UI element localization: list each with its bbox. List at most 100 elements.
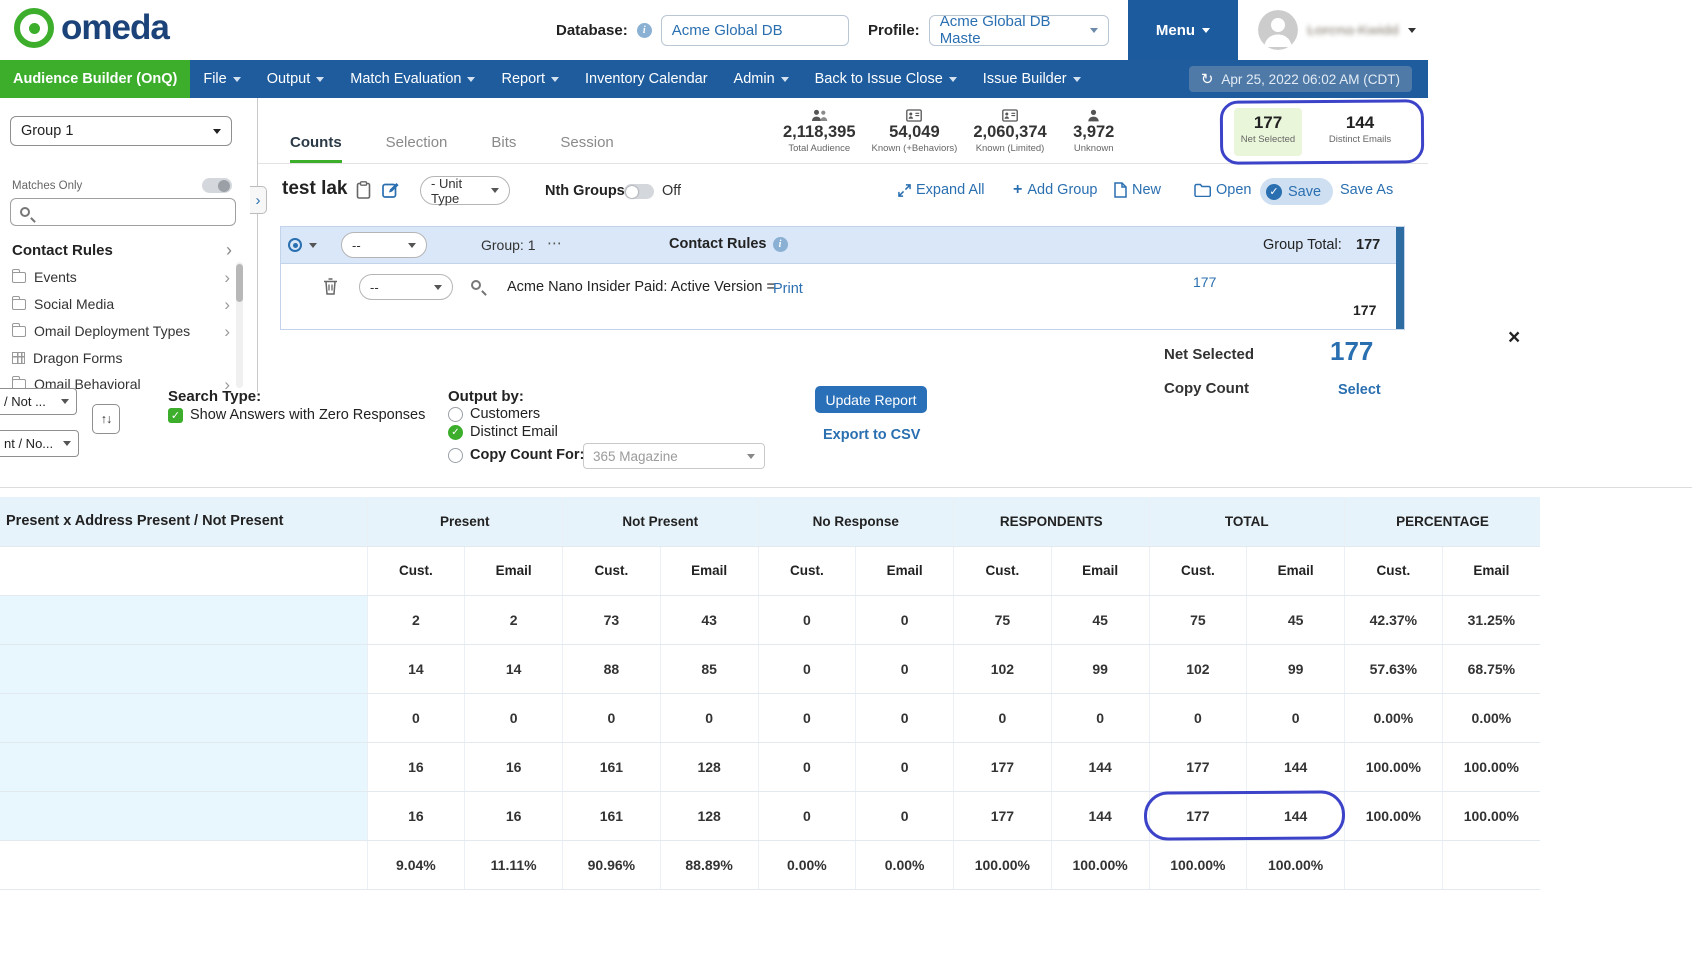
omeda-logo[interactable]: omeda <box>14 8 169 48</box>
export-csv-link[interactable]: Export to CSV <box>823 427 920 443</box>
nav-item-issue-builder[interactable]: Issue Builder <box>970 60 1094 98</box>
nav-item-admin[interactable]: Admin <box>721 60 802 98</box>
search-input[interactable] <box>10 198 236 226</box>
group-panel: -- Group: 1 ⋯ Contact Rules i Group Tota… <box>280 226 1405 330</box>
table-cell: 161 <box>563 742 661 791</box>
table-cell: 144 <box>1051 742 1149 791</box>
rule-value-link[interactable]: Print <box>773 281 803 297</box>
unit-type-select[interactable]: - Unit Type <box>420 176 510 205</box>
check-icon: ✓ <box>1266 184 1282 200</box>
nth-groups-toggle[interactable] <box>624 184 654 199</box>
row-label-cell <box>0 644 367 693</box>
table-cell: 100.00% <box>1345 742 1443 791</box>
info-icon[interactable]: i <box>773 237 788 252</box>
rule-net-count: 177 <box>1353 302 1376 318</box>
copy-count-for-select[interactable]: 365 Magazine <box>583 443 765 469</box>
chevron-down-icon <box>1408 28 1416 33</box>
add-group-button[interactable]: + Add Group <box>1013 182 1097 198</box>
row-label-cell <box>0 742 367 791</box>
column-group-header-respondents: RESPONDENTS <box>954 497 1150 546</box>
sidebar-scrollbar[interactable] <box>236 262 243 388</box>
table-cell: 128 <box>660 742 758 791</box>
table-cell: 0 <box>1051 693 1149 742</box>
tab-selection[interactable]: Selection <box>386 134 448 163</box>
tab-session[interactable]: Session <box>560 134 613 163</box>
table-cell: 0.00% <box>856 840 954 889</box>
nav-item-file[interactable]: File <box>190 60 253 98</box>
nav-item-output[interactable]: Output <box>254 60 338 98</box>
table-cell: 99 <box>1247 644 1345 693</box>
expand-all-button[interactable]: Expand All <box>898 182 985 198</box>
chevron-down-icon <box>747 454 755 459</box>
table-cell: 0 <box>856 595 954 644</box>
table-cell: 0 <box>465 693 563 742</box>
table-cell: 177 <box>954 742 1052 791</box>
table-cell: 2 <box>367 595 465 644</box>
table-cell: 177 <box>1149 742 1247 791</box>
scrollbar-thumb[interactable] <box>236 264 243 302</box>
nav-item-report[interactable]: Report <box>488 60 572 98</box>
group-operator-select[interactable]: -- <box>341 232 427 258</box>
sidebar-item-omail-deployment-types[interactable]: Omail Deployment Types› <box>12 318 230 345</box>
edit-icon[interactable] <box>382 181 401 199</box>
chevron-down-icon <box>1202 28 1210 33</box>
output-customers-radio[interactable]: Customers <box>448 406 540 422</box>
avatar <box>1258 10 1298 50</box>
info-icon[interactable]: i <box>637 23 652 38</box>
nav-item-inventory-calendar[interactable]: Inventory Calendar <box>572 60 721 98</box>
save-button[interactable]: ✓ Save <box>1260 178 1333 205</box>
nav-items: FileOutputMatch EvaluationReportInventor… <box>190 60 1093 98</box>
table-cell: 0 <box>758 742 856 791</box>
table-cell: 0.00% <box>758 840 856 889</box>
contact-rules-header[interactable]: Contact Rules › <box>12 240 232 261</box>
save-as-button[interactable]: Save As <box>1340 182 1393 198</box>
sidebar-expand-handle[interactable]: › <box>250 186 267 214</box>
nav-item-match-evaluation[interactable]: Match Evaluation <box>337 60 488 98</box>
zero-responses-checkbox[interactable]: ✓ Show Answers with Zero Responses <box>168 407 425 423</box>
update-report-button[interactable]: Update Report <box>815 386 927 413</box>
table-cell: 0.00% <box>1345 693 1443 742</box>
table-cell: 0 <box>758 693 856 742</box>
database-group: Database: i Acme Global DB <box>556 0 849 60</box>
output-distinct-email-radio[interactable]: ✓ Distinct Email <box>448 424 558 440</box>
present-not-present-select-1[interactable]: / Not ... <box>0 388 77 415</box>
new-button[interactable]: New <box>1114 182 1161 198</box>
chevron-down-icon <box>63 441 71 446</box>
database-input[interactable]: Acme Global DB <box>661 15 849 46</box>
rule-operator-select[interactable]: -- <box>359 274 453 300</box>
group-select[interactable]: Group 1 <box>10 116 232 146</box>
clipboard-icon[interactable] <box>356 181 371 199</box>
sort-order-button[interactable]: ↑↓ <box>92 404 120 434</box>
table-cell: 177 <box>954 791 1052 840</box>
close-icon[interactable]: × <box>1508 326 1520 350</box>
nav-item-back-to-issue-close[interactable]: Back to Issue Close <box>802 60 970 98</box>
group-options-icon[interactable]: ⋯ <box>547 234 562 252</box>
tab-bits[interactable]: Bits <box>491 134 516 163</box>
group-panel-scrollbar[interactable] <box>1396 227 1404 329</box>
sidebar-item-social-media[interactable]: Social Media› <box>12 291 230 318</box>
sidebar-item-dragon-forms[interactable]: Dragon Forms <box>12 345 230 371</box>
present-not-present-select-2[interactable]: nt / No... <box>0 430 79 457</box>
tabs: Counts Selection Bits Session <box>290 134 614 163</box>
chevron-down-icon[interactable] <box>309 243 317 248</box>
copy-count-for-radio[interactable]: Copy Count For: <box>448 447 584 463</box>
table-cell: 16 <box>367 791 465 840</box>
open-button[interactable]: Open <box>1194 182 1251 198</box>
nav-item-audience-builder-onq[interactable]: Audience Builder (OnQ) <box>0 60 190 98</box>
trash-icon[interactable] <box>323 278 338 295</box>
sidebar-item-events[interactable]: Events› <box>12 264 230 291</box>
refresh-timestamp[interactable]: ↻ Apr 25, 2022 06:02 AM (CDT) <box>1189 66 1412 92</box>
plus-icon: + <box>1013 182 1022 198</box>
tab-counts[interactable]: Counts <box>290 134 342 163</box>
audience-builder-page: omeda Database: i Acme Global DB Profile… <box>0 0 1692 968</box>
zoom-search-icon[interactable] <box>471 280 481 290</box>
copy-count-select-link[interactable]: Select <box>1338 382 1381 398</box>
target-icon[interactable] <box>288 238 302 252</box>
user-menu[interactable]: Lorena Kwidd <box>1258 0 1416 60</box>
rule-row: -- Acme Nano Insider Paid: Active Versio… <box>281 264 1404 329</box>
table-cell: 88.89% <box>660 840 758 889</box>
menu-button[interactable]: Menu <box>1128 0 1238 60</box>
profile-select[interactable]: Acme Global DB Maste <box>929 15 1109 46</box>
matches-only-toggle[interactable] <box>202 178 232 193</box>
table-cell: 16 <box>465 742 563 791</box>
